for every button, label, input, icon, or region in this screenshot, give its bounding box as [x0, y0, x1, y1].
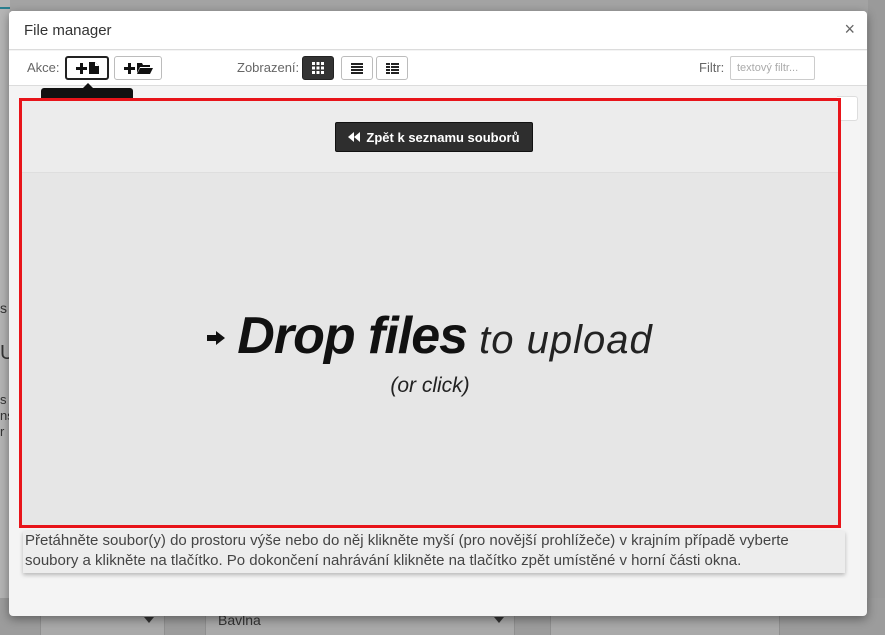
filter-label: Filtr: [699, 60, 725, 75]
actions-label: Akce: [27, 60, 60, 75]
view-detail-button[interactable] [376, 56, 408, 80]
chevron-down-icon [144, 617, 154, 623]
modal-header: File manager × [9, 11, 867, 50]
tooltip [41, 88, 133, 98]
back-button-label: Zpět k seznamu souborů [366, 129, 520, 145]
filter-input[interactable] [730, 56, 815, 80]
grid-icon [312, 62, 324, 74]
folder-open-icon [136, 63, 153, 74]
view-grid-button[interactable] [302, 56, 334, 80]
upload-help-text: Přetáhněte soubor(y) do prostoru výše ne… [23, 531, 845, 573]
add-folder-button[interactable] [114, 56, 162, 80]
background-right-column [868, 0, 885, 635]
backward-icon [348, 132, 361, 142]
view-label: Zobrazení: [237, 60, 300, 75]
arrow-right-icon [207, 331, 226, 345]
modal-title: File manager [24, 22, 112, 39]
file-manager-modal: File manager × Akce: Zobrazení: Filtr: t… [9, 11, 867, 616]
add-file-button[interactable] [65, 56, 109, 80]
dropzone-header: Zpět k seznamu souborů [22, 101, 838, 173]
list-icon [351, 62, 363, 74]
toolbar: Akce: Zobrazení: Filtr: textový filtr... [9, 51, 867, 86]
to-upload-text: to upload [479, 318, 653, 362]
background-accent-line [0, 7, 10, 9]
drop-files-text: Drop files [237, 307, 468, 365]
view-list-button[interactable] [341, 56, 373, 80]
close-icon[interactable]: × [844, 20, 855, 38]
chevron-down-icon [494, 617, 504, 623]
detail-list-icon [385, 62, 399, 74]
dropzone-message: Drop files to upload (or click) [22, 306, 838, 398]
back-to-file-list-button[interactable]: Zpět k seznamu souborů [335, 122, 533, 152]
dropzone[interactable]: Zpět k seznamu souborů Drop files to upl… [19, 98, 841, 528]
plus-icon [75, 62, 87, 74]
plus-icon [123, 62, 135, 74]
or-click-text: (or click) [390, 374, 470, 397]
file-icon [88, 62, 99, 74]
